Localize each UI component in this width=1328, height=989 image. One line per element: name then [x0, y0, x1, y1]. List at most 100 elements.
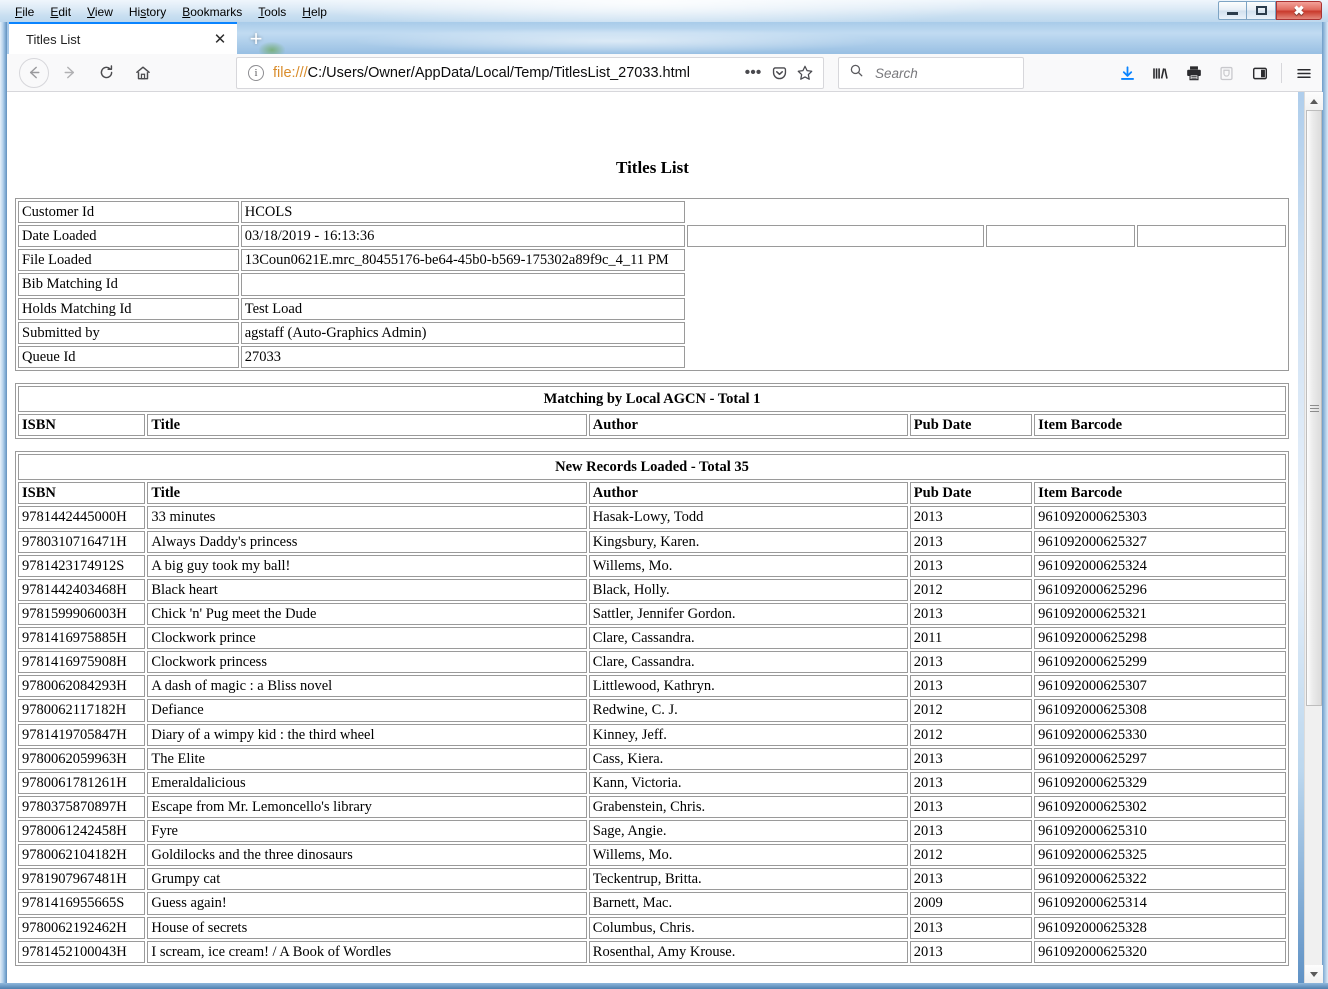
- table-row: 9780061781261H Emeraldalicious Kann, Victo…: [18, 771, 1286, 794]
- reload-button[interactable]: [89, 56, 123, 90]
- menu-tools[interactable]: Tools: [250, 3, 294, 21]
- menu-help[interactable]: Help: [294, 3, 335, 21]
- column-header-pub-date: Pub Date: [909, 414, 1033, 437]
- column-header-row: ISBN Title Author Pub Date Item Barcode: [18, 482, 1286, 505]
- tabstrip-background: [237, 22, 1322, 54]
- cell-author: Willems, Mo.: [588, 554, 908, 577]
- header-filler-cell: [687, 298, 1286, 320]
- home-icon: [136, 66, 150, 79]
- home-button[interactable]: [126, 56, 160, 90]
- cell-isbn: 9780062104182H: [18, 844, 146, 867]
- header-row: Date Loaded 03/18/2019 - 16:13:36: [18, 225, 1286, 248]
- library-icon[interactable]: [1144, 57, 1177, 90]
- menu-view[interactable]: View: [79, 3, 121, 21]
- search-bar[interactable]: [838, 57, 1056, 89]
- cell-isbn: 9781416955665S: [18, 892, 146, 915]
- site-info-icon[interactable]: i: [248, 65, 264, 81]
- table-row: 9780062192462H House of secrets Columbus, …: [18, 916, 1286, 939]
- page-actions-icon[interactable]: •••: [740, 60, 766, 86]
- cell-title: Diary of a wimpy kid : the third wheel: [147, 723, 587, 746]
- cell-isbn: 9780375870897H: [18, 795, 146, 818]
- minimize-button[interactable]: [1218, 1, 1247, 20]
- toolbar-right: [1111, 56, 1320, 90]
- cell-item-barcode: 961092000625328: [1034, 916, 1286, 939]
- minimize-icon: [1227, 12, 1238, 15]
- cell-isbn: 9781599906003H: [18, 602, 146, 625]
- table-row: 9781416975908H Clockwork princess Clare, C…: [18, 651, 1286, 674]
- new-tab-button[interactable]: +: [243, 26, 269, 52]
- cell-author: Littlewood, Kathryn.: [588, 675, 908, 698]
- cell-pub-date: 2013: [909, 747, 1033, 770]
- cell-isbn: 9781419705847H: [18, 723, 146, 746]
- header-value: 03/18/2019 - 16:13:36: [240, 225, 685, 248]
- header-filler-cell: [687, 273, 1286, 295]
- table-row: 9780062117182H Defiance Redwine, C. J. 2012…: [18, 699, 1286, 722]
- cell-isbn: 9780061781261H: [18, 771, 146, 794]
- cell-pub-date: 2013: [909, 771, 1033, 794]
- cell-pub-date: 2012: [909, 723, 1033, 746]
- menu-history[interactable]: History: [121, 3, 174, 21]
- search-input[interactable]: [873, 64, 1056, 82]
- cell-author: Teckentrup, Britta.: [588, 868, 908, 891]
- window-border-left: [0, 0, 7, 989]
- pocket-icon[interactable]: [766, 60, 792, 86]
- cell-pub-date: 2011: [909, 627, 1033, 650]
- cell-item-barcode: 961092000625329: [1034, 771, 1286, 794]
- header-value: Test Load: [240, 297, 685, 320]
- cell-author: Rosenthal, Amy Krouse.: [588, 940, 908, 963]
- header-row: Holds Matching Id Test Load: [18, 297, 1286, 320]
- cell-pub-date: 2013: [909, 602, 1033, 625]
- menu-bookmarks[interactable]: Bookmarks: [174, 3, 250, 21]
- menu-edit[interactable]: Edit: [42, 3, 79, 21]
- sidebar-icon[interactable]: [1243, 57, 1276, 90]
- column-header-row: ISBN Title Author Pub Date Item Barcode: [18, 414, 1286, 437]
- close-button[interactable]: ✖: [1276, 1, 1322, 20]
- hamburger-glyph-icon: [1296, 68, 1311, 78]
- tab-close-icon[interactable]: ✕: [209, 28, 231, 50]
- cell-author: Barnett, Mac.: [588, 892, 908, 915]
- download-glyph-icon: [1120, 65, 1135, 80]
- printer-glyph-icon: [1186, 66, 1201, 81]
- hamburger-menu-icon[interactable]: [1287, 57, 1320, 90]
- print-icon[interactable]: [1177, 57, 1210, 90]
- cell-pub-date: 2013: [909, 675, 1033, 698]
- cell-isbn: 9780062059963H: [18, 747, 146, 770]
- scroll-down-button[interactable]: [1305, 965, 1323, 983]
- cell-item-barcode: 961092000625298: [1034, 627, 1286, 650]
- back-button[interactable]: [19, 57, 49, 88]
- bookmark-star-icon[interactable]: [792, 60, 818, 86]
- header-row: Submitted by agstaff (Auto-Graphics Admin…: [18, 321, 1286, 344]
- page-title: Titles List: [616, 158, 689, 177]
- tab-titles-list[interactable]: Titles List ✕: [9, 22, 237, 54]
- header-row: Queue Id 27033: [18, 345, 1286, 368]
- cell-author: Sattler, Jennifer Gordon.: [588, 602, 908, 625]
- cell-title: Escape from Mr. Lemoncello's library: [147, 795, 587, 818]
- maximize-button[interactable]: [1247, 1, 1276, 20]
- cell-item-barcode: 961092000625307: [1034, 675, 1286, 698]
- tab-strip: Titles List ✕ +: [7, 22, 1322, 54]
- scroll-up-button[interactable]: [1305, 92, 1323, 110]
- column-header-item-barcode: Item Barcode: [1034, 482, 1286, 505]
- download-icon[interactable]: [1111, 57, 1144, 90]
- column-header-author: Author: [588, 414, 908, 437]
- forward-button[interactable]: [52, 56, 86, 90]
- header-filler-cell: [687, 249, 1286, 271]
- cell-isbn: 9781423174912S: [18, 554, 146, 577]
- cell-isbn: 9780062084293H: [18, 675, 146, 698]
- section-table-new-records: New Records Loaded - Total 35 ISBN Title Au…: [15, 451, 1289, 966]
- column-header-title: Title: [147, 482, 587, 505]
- cell-item-barcode: 961092000625327: [1034, 530, 1286, 553]
- cell-item-barcode: 961092000625325: [1034, 844, 1286, 867]
- cell-title: Always Daddy's princess: [147, 530, 587, 553]
- cell-item-barcode: 961092000625321: [1034, 602, 1286, 625]
- cell-author: Black, Holly.: [588, 578, 908, 601]
- url-bar[interactable]: i file:///C:/Users/Owner/AppData/Local/T…: [236, 57, 824, 89]
- table-row: 9780061242458H Fyre Sage, Angie. 2013 961092…: [18, 820, 1286, 843]
- scrollbar-thumb[interactable]: [1306, 110, 1322, 706]
- menu-file[interactable]: File: [7, 3, 42, 21]
- vertical-scrollbar[interactable]: [1304, 92, 1323, 983]
- header-label: Submitted by: [18, 321, 239, 344]
- shield-icon[interactable]: [1210, 57, 1243, 90]
- column-header-isbn: ISBN: [18, 414, 146, 437]
